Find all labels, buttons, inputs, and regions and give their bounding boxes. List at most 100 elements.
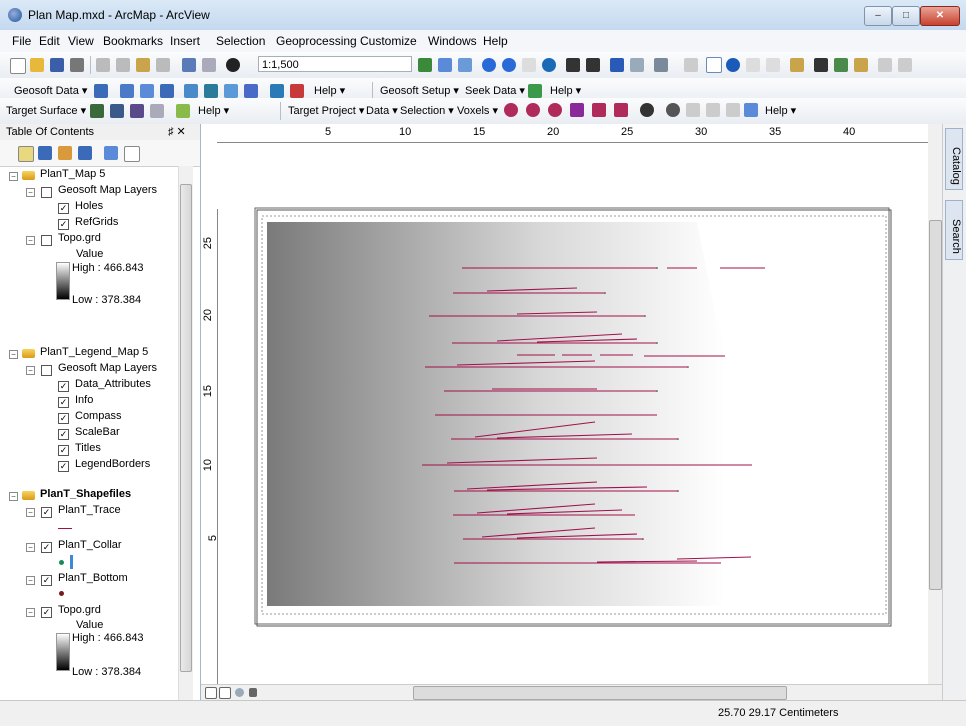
refresh-icon[interactable] (235, 688, 244, 697)
back-extent-icon[interactable] (610, 58, 624, 72)
toc-layer-collar[interactable]: PlanT_Collar (58, 539, 122, 551)
pause-drawing-icon[interactable] (249, 688, 257, 697)
selection-menu[interactable]: Selection ▾ (400, 104, 454, 117)
layer-visibility-checkbox[interactable] (41, 187, 52, 198)
delete-icon[interactable] (156, 58, 170, 72)
editor-toolbar-icon[interactable] (418, 58, 432, 72)
menu-geoprocessing[interactable]: Geoprocessing (276, 34, 357, 48)
menu-view[interactable]: View (68, 34, 94, 48)
geosoft-grid-view-icon[interactable] (270, 84, 284, 98)
toc-layer-bottom[interactable]: PlanT_Bottom (58, 572, 128, 584)
geosoft-grid-icon[interactable] (120, 84, 134, 98)
layer-visibility-checkbox[interactable] (41, 235, 52, 246)
seek-data-icon[interactable] (528, 84, 542, 98)
pan-icon[interactable] (522, 58, 536, 72)
map-vertical-scrollbar-thumb[interactable] (929, 220, 942, 590)
list-by-visibility-icon[interactable] (58, 146, 72, 160)
list-by-source-icon[interactable] (38, 146, 52, 160)
toc-layer-compass[interactable]: Compass (75, 410, 121, 422)
menu-windows[interactable]: Windows (428, 34, 477, 48)
toc-layer-topo[interactable]: Topo.grd (58, 232, 101, 244)
undo-icon[interactable] (182, 58, 196, 72)
surface-icon[interactable] (90, 104, 104, 118)
map-scale-combo[interactable]: 1:1,500 (258, 56, 412, 72)
toc-dataframe-legend-map5[interactable]: PlanT_Legend_Map 5 (40, 346, 148, 358)
section-map-icon[interactable] (526, 103, 540, 117)
geosoft-export-icon[interactable] (204, 84, 218, 98)
target-project-menu[interactable]: Target Project ▾ (288, 104, 364, 117)
add-data-icon[interactable] (226, 58, 240, 72)
strike-icon[interactable] (614, 103, 628, 117)
collapse-icon[interactable]: − (26, 508, 35, 517)
layer-visibility-checkbox[interactable]: ✓ (58, 429, 69, 440)
seek-help-menu[interactable]: Help ▾ (550, 84, 581, 97)
layer-visibility-checkbox[interactable]: ✓ (41, 507, 52, 518)
layer-visibility-checkbox[interactable]: ✓ (41, 575, 52, 586)
toc-layer-legendborders[interactable]: LegendBorders (75, 458, 150, 470)
forward-extent-icon[interactable] (630, 58, 644, 72)
find-route-icon[interactable] (834, 58, 848, 72)
menu-customize[interactable]: Customize (360, 34, 417, 48)
save-icon[interactable] (50, 58, 64, 72)
zoom-in-icon[interactable] (482, 58, 496, 72)
toc-pin-close[interactable]: ♯ ✕ (168, 125, 186, 138)
grid-sample-icon[interactable] (744, 103, 758, 117)
toc-group-geosoft-layers[interactable]: Geosoft Map Layers (58, 184, 157, 196)
geosoft-setup-menu[interactable]: Geosoft Setup ▾ (380, 84, 459, 97)
strip-log-icon[interactable] (570, 103, 584, 117)
geosoft-color-bar-icon[interactable] (290, 84, 304, 98)
fence-icon[interactable] (592, 103, 606, 117)
voxels-menu[interactable]: Voxels ▾ (457, 104, 498, 117)
toc-layer-info[interactable]: Info (75, 394, 93, 406)
collapse-icon[interactable]: − (9, 172, 18, 181)
target-help-menu[interactable]: Help ▾ (198, 104, 229, 117)
go-to-xy-icon[interactable] (854, 58, 868, 72)
full-extent-icon[interactable] (542, 58, 556, 72)
toc-layer-data-attributes[interactable]: Data_Attributes (75, 378, 151, 390)
collapse-icon[interactable]: − (26, 608, 35, 617)
select-features-icon[interactable] (654, 58, 668, 72)
plan-map-icon[interactable] (504, 103, 518, 117)
collapse-icon[interactable]: − (26, 543, 35, 552)
data-view-icon[interactable] (205, 687, 217, 699)
toc-layer-trace[interactable]: PlanT_Trace (58, 504, 121, 516)
toc-group-geosoft-layers[interactable]: Geosoft Map Layers (58, 362, 157, 374)
collapse-icon[interactable]: − (9, 492, 18, 501)
menu-edit[interactable]: Edit (39, 34, 60, 48)
menu-bookmarks[interactable]: Bookmarks (103, 34, 163, 48)
geosoft-help-menu[interactable]: Help ▾ (314, 84, 345, 97)
geosoft-import-icon[interactable] (184, 84, 198, 98)
new-document-icon[interactable] (10, 58, 26, 74)
search-tab[interactable]: Search (945, 200, 963, 260)
vector-voxel-icon[interactable] (686, 103, 700, 117)
geosoft-layers-icon[interactable] (160, 84, 174, 98)
menu-insert[interactable]: Insert (170, 34, 200, 48)
geosoft-shade-icon[interactable] (224, 84, 238, 98)
surface-grid-icon[interactable] (130, 104, 144, 118)
clear-selection-icon[interactable] (684, 58, 698, 72)
voxel-slice-icon[interactable] (726, 103, 740, 117)
print-icon[interactable] (70, 58, 84, 72)
collapse-icon[interactable]: − (26, 576, 35, 585)
identify-icon[interactable] (726, 58, 740, 72)
layer-visibility-checkbox[interactable]: ✓ (41, 607, 52, 618)
data-menu[interactable]: Data ▾ (366, 104, 398, 117)
measure-icon[interactable] (790, 58, 804, 72)
isosurface-icon[interactable] (706, 103, 720, 117)
menu-help[interactable]: Help (483, 34, 508, 48)
layer-visibility-checkbox[interactable]: ✓ (58, 219, 69, 230)
map-page-canvas[interactable] (217, 142, 928, 684)
project-help-menu[interactable]: Help ▾ (765, 104, 796, 117)
catalog-window-icon[interactable] (458, 58, 472, 72)
map-horizontal-scrollbar-thumb[interactable] (413, 686, 787, 700)
target-surface-menu[interactable]: Target Surface ▾ (6, 104, 86, 117)
copy-icon[interactable] (116, 58, 130, 72)
collapse-icon[interactable]: − (26, 236, 35, 245)
paste-icon[interactable] (136, 58, 150, 72)
viewer-window-icon[interactable] (898, 58, 912, 72)
table-of-contents-icon[interactable] (438, 58, 452, 72)
seek-data-menu[interactable]: Seek Data ▾ (465, 84, 525, 97)
toc-layer-scalebar[interactable]: ScaleBar (75, 426, 120, 438)
html-popup-icon[interactable] (766, 58, 780, 72)
toc-layer-titles[interactable]: Titles (75, 442, 101, 454)
